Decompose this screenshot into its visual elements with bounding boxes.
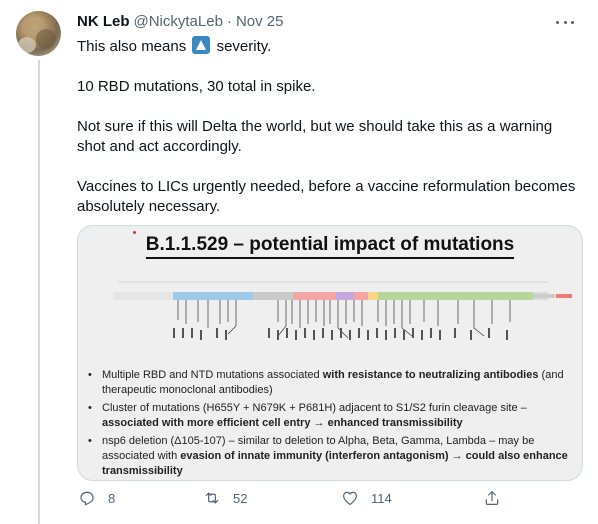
avatar[interactable] bbox=[16, 11, 61, 56]
like-count: 114 bbox=[371, 490, 392, 506]
retweet-count: 52 bbox=[233, 490, 248, 506]
slide-bullets: • Multiple RBD and NTD mutations associa… bbox=[88, 368, 572, 480]
bullet-text: Multiple RBD and NTD mutations associate… bbox=[102, 369, 323, 381]
author-name[interactable]: NK Leb bbox=[77, 12, 130, 32]
share-button[interactable] bbox=[483, 489, 501, 507]
tweet-header: NK Leb @NickytaLeb · Nov 25 bbox=[77, 12, 582, 32]
thread-line bbox=[38, 60, 40, 524]
tweet-line-2: 10 RBD mutations, 30 total in spike. bbox=[77, 78, 316, 95]
heart-icon bbox=[343, 491, 357, 505]
slide-title: B.1.1.529 – potential impact of mutation… bbox=[78, 234, 582, 259]
tweet-line-4: Vaccines to LICs urgently needed, before… bbox=[77, 178, 576, 215]
up-arrow-emoji-icon bbox=[192, 36, 211, 54]
slide-bullet: • Multiple RBD and NTD mutations associa… bbox=[88, 368, 572, 398]
retweet-button[interactable]: 52 bbox=[203, 489, 247, 507]
reply-icon bbox=[80, 491, 94, 506]
like-button[interactable]: 114 bbox=[341, 489, 392, 507]
bullet-bold-text: with resistance to neutralizing antibodi… bbox=[322, 369, 539, 381]
slide-title-text: B.1.1.529 – potential impact of mutation… bbox=[145, 234, 515, 259]
bullet-bold-text: associated with more efficient cell entr… bbox=[102, 417, 463, 429]
tweet-line-1-end: severity. bbox=[216, 38, 272, 55]
tweet: NK Leb @NickytaLeb · Nov 25 This also me… bbox=[77, 12, 583, 506]
bullet-text: Cluster of mutations (H655Y + N679K + P6… bbox=[102, 402, 527, 414]
tweet-date[interactable]: Nov 25 bbox=[236, 12, 284, 32]
tweet-line-3: Not sure if this will Delta the world, b… bbox=[77, 118, 553, 155]
bullet-dot-icon: • bbox=[88, 369, 92, 381]
retweet-icon bbox=[205, 492, 219, 504]
tweet-image[interactable]: B.1.1.529 – potential impact of mutation… bbox=[77, 225, 583, 481]
reply-count: 8 bbox=[108, 490, 116, 506]
slide-bullet: • nsp6 deletion (Δ105-107) – similar to … bbox=[88, 434, 572, 479]
tweet-text: This also means severity. 10 RBD mutatio… bbox=[77, 36, 582, 217]
share-icon bbox=[485, 491, 499, 505]
tweet-line-1: This also means severity. bbox=[77, 36, 582, 57]
slide-bullet: • Cluster of mutations (H655Y + N679K + … bbox=[88, 401, 572, 431]
author-handle[interactable]: @NickytaLeb bbox=[134, 12, 223, 32]
separator-dot: · bbox=[226, 13, 232, 30]
more-options-icon[interactable] bbox=[556, 14, 574, 30]
reply-button[interactable]: 8 bbox=[78, 489, 115, 507]
spike-mutation-diagram bbox=[113, 281, 572, 340]
tweet-actions: 8 52 114 bbox=[77, 489, 582, 509]
tweet-line-1-start: This also means bbox=[77, 38, 187, 55]
bullet-dot-icon: • bbox=[88, 402, 92, 414]
bullet-dot-icon: • bbox=[88, 435, 92, 447]
